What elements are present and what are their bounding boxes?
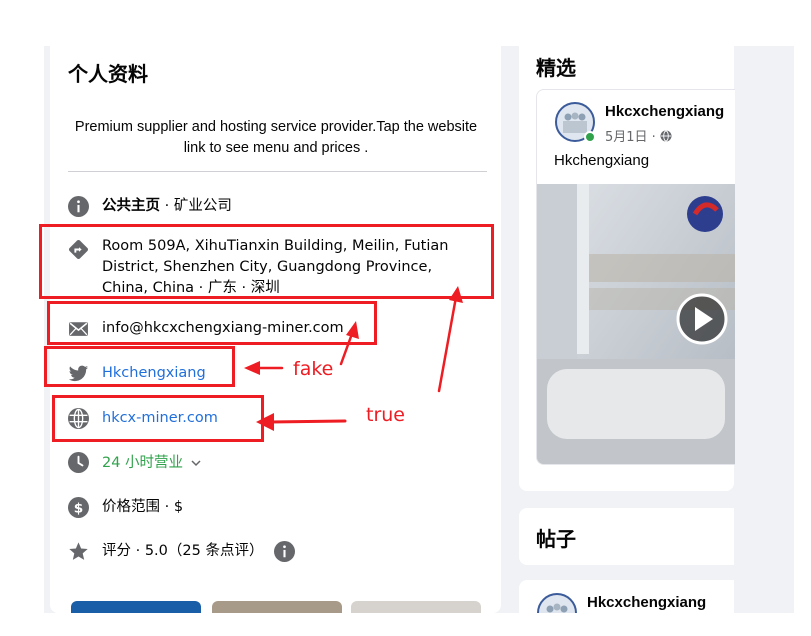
annotation-arrows — [244, 286, 463, 431]
